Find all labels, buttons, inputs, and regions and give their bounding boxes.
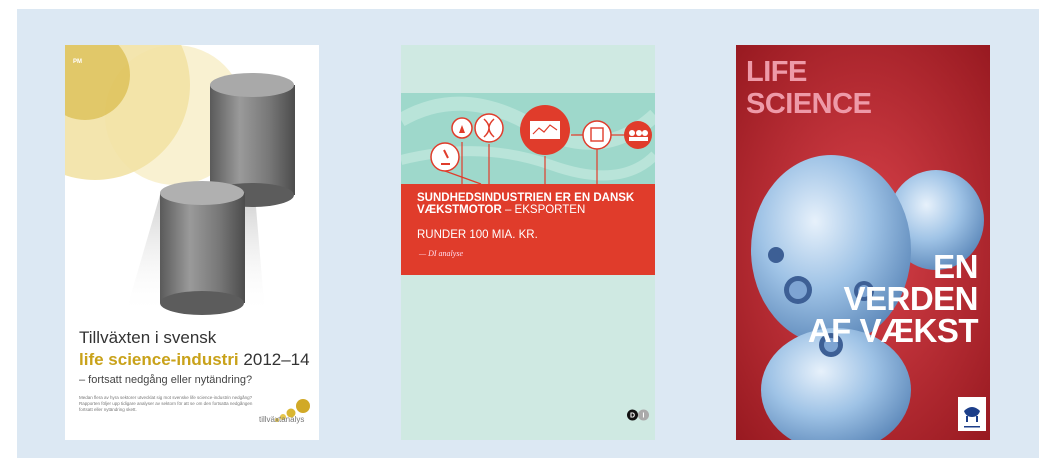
cover3-slogan-line2: VERDEN bbox=[843, 280, 978, 317]
chart-monitor-icon bbox=[520, 105, 570, 155]
di-logo-letter-i: I bbox=[643, 413, 645, 420]
cover3-slogan-line1: EN bbox=[933, 248, 978, 285]
cover-life-science-report[interactable]: LIFE SCIENCE EN VERDEN AF VÆKST bbox=[736, 45, 990, 440]
cover2-headline-line3: RUNDER 100 MIA. KR. bbox=[417, 229, 538, 241]
cover1-title-years: 2012–14 bbox=[243, 350, 310, 369]
people-icon bbox=[624, 121, 652, 149]
flask-icon bbox=[451, 117, 473, 139]
cover1-title-line1: Tillväxten i svensk bbox=[79, 328, 217, 347]
cover2-headline-rest: – EKSPORTEN bbox=[501, 204, 586, 216]
cover2-headline: SUNDHEDSINDUSTRIEN ER EN DANSK VÆKSTMOTO… bbox=[417, 192, 647, 216]
di-logo-letter-d: D bbox=[630, 413, 635, 420]
cover1-subtitle: – fortsatt nedgång eller nytändring? bbox=[79, 374, 253, 386]
cover-tillvaxtanalys-report[interactable]: PM Tillväxten i svensk life science-indu… bbox=[65, 45, 319, 440]
cover3-title-line2: SCIENCE bbox=[746, 88, 872, 120]
novo-bull-logo-icon bbox=[958, 397, 986, 431]
microscope-icon bbox=[430, 142, 460, 172]
cover3-title-line1: LIFE bbox=[746, 56, 807, 88]
cover2-icon-band bbox=[401, 93, 655, 185]
cover1-blurb: Medan flera av hyra sektorer utvecklat s… bbox=[79, 395, 253, 412]
cover3-slogan-line3: AF VÆKST bbox=[807, 312, 979, 349]
dna-icon bbox=[474, 113, 504, 143]
cover1-brand: tillväxtanalys bbox=[259, 415, 305, 424]
cover1-tag: PM bbox=[73, 59, 82, 65]
di-logo-icon: D I bbox=[627, 409, 649, 421]
covers-panel: PM Tillväxten i svensk life science-indu… bbox=[17, 9, 1039, 458]
cover1-title-line2: life science-industri 2012–14 bbox=[79, 350, 310, 370]
cover1-title-highlight: life science-industri bbox=[79, 350, 239, 369]
building-icon bbox=[582, 120, 612, 150]
cover-di-analyse-report[interactable]: SUNDHEDSINDUSTRIEN ER EN DANSK VÆKSTMOTO… bbox=[401, 45, 655, 440]
cover2-byline: — DI analyse bbox=[419, 249, 463, 258]
